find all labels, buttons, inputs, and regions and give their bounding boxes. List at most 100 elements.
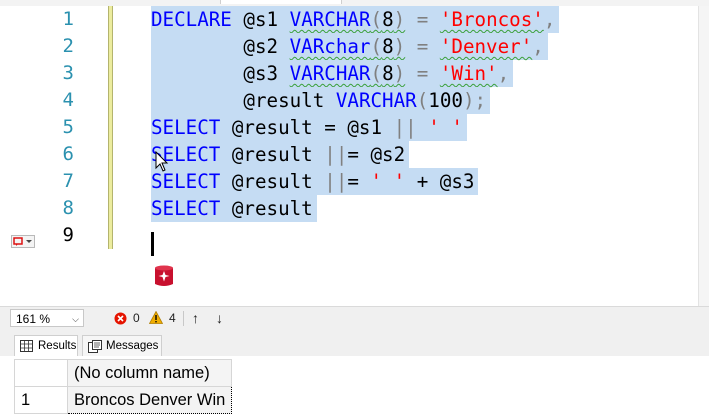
grid-icon xyxy=(20,340,33,352)
tab-label: Messages xyxy=(106,340,159,352)
warning-count[interactable]: 4 xyxy=(169,310,176,326)
code-line-9: 9 xyxy=(0,222,699,249)
number-token: 8 xyxy=(382,62,394,85)
keyword-token: SELECT xyxy=(151,116,221,139)
code-line-4: 4 @result VARCHAR(100); xyxy=(0,87,699,114)
change-marker xyxy=(108,222,113,249)
line-number: 9 xyxy=(62,224,74,246)
operator-token: , xyxy=(497,62,510,85)
string-token: 'Win' xyxy=(439,62,498,85)
results-grid: (No column name) 1 Broncos Denver Win xyxy=(14,359,233,414)
code-text[interactable]: SELECT @result ||= ' ' + @s3 xyxy=(151,168,479,195)
header-row: (No column name) xyxy=(14,359,233,387)
grid-corner[interactable] xyxy=(14,359,68,387)
table-row: 1 Broncos Denver Win xyxy=(14,386,233,414)
number-token: 100 xyxy=(428,89,463,112)
change-marker xyxy=(108,33,113,60)
identifier-token: @s3 xyxy=(151,62,290,85)
change-marker xyxy=(108,195,113,222)
error-icon[interactable] xyxy=(114,312,127,325)
comment-bookmark-icon[interactable] xyxy=(11,235,35,248)
code-line-3: 3 @s3 VARCHAR(8) = 'Win', xyxy=(0,60,699,87)
line-number: 7 xyxy=(62,170,74,192)
tab-messages[interactable]: Messages xyxy=(82,335,162,356)
code-line-5: 5 SELECT @result = @s1 || ' ' xyxy=(0,114,699,141)
line-number: 1 xyxy=(62,8,74,30)
line-number: 2 xyxy=(62,35,74,57)
keyword-token: DECLARE xyxy=(151,8,232,31)
line-number: 5 xyxy=(62,116,74,138)
status-divider xyxy=(183,311,184,326)
row-number[interactable]: 1 xyxy=(14,386,68,414)
identifier-token: @s2 xyxy=(151,35,290,58)
identifier-token: @result xyxy=(151,89,336,112)
database-sparkle-icon[interactable] xyxy=(152,264,176,288)
keyword-token: VARCHAR xyxy=(289,8,371,31)
line-number: 6 xyxy=(62,143,74,165)
code-text[interactable]: @s2 VARchar(8) = 'Denver', xyxy=(151,33,548,60)
line-number: 3 xyxy=(62,62,74,84)
line-number: 8 xyxy=(62,197,74,219)
operator-token: ( xyxy=(370,8,383,31)
tab-results[interactable]: Results xyxy=(14,335,78,356)
keyword-token: VARCHAR xyxy=(289,62,371,85)
query-editor[interactable]: 1 DECLARE @s1 VARCHAR(8) = 'Broncos', 2 … xyxy=(0,6,709,306)
identifier-token: @result xyxy=(220,143,325,166)
code-line-6: 6 SELECT @result ||= @s2 xyxy=(0,141,699,168)
change-marker xyxy=(108,87,113,114)
operator-token: ( xyxy=(370,35,383,58)
operator-token: ( xyxy=(416,89,429,112)
vertical-scrollbar[interactable] xyxy=(698,6,709,306)
editor-status-bar: 161 % ⌵ 0 4 ↑ ↓ xyxy=(0,306,709,332)
operator-token: || xyxy=(324,143,348,166)
error-count[interactable]: 0 xyxy=(133,310,140,326)
code-text[interactable]: @result VARCHAR(100); xyxy=(151,87,491,114)
tab-label: Results xyxy=(38,340,77,352)
code-text[interactable]: SELECT @result xyxy=(151,195,317,222)
code-line-7: 7 SELECT @result ||= ' ' + @s3 xyxy=(0,168,699,195)
change-marker xyxy=(108,6,113,33)
code-line-8: 8 SELECT @result xyxy=(0,195,699,222)
column-header[interactable]: (No column name) xyxy=(66,359,233,387)
operator-token: , xyxy=(532,35,544,58)
line-number: 4 xyxy=(62,89,74,111)
keyword-token: VARchar xyxy=(289,35,371,58)
document-tab-fragment[interactable] xyxy=(220,0,342,4)
previous-issue-button[interactable]: ↑ xyxy=(192,310,199,326)
string-token: 'Broncos' xyxy=(439,8,544,31)
keyword-token: SELECT xyxy=(151,170,221,193)
identifier-token: = xyxy=(347,170,371,193)
identifier-token: @s1 xyxy=(231,8,290,31)
keyword-token: SELECT xyxy=(151,197,221,220)
result-cell[interactable]: Broncos Denver Win xyxy=(66,386,233,414)
code-text[interactable]: DECLARE @s1 VARCHAR(8) = 'Broncos', xyxy=(151,6,560,33)
identifier-token: @result xyxy=(220,197,313,220)
zoom-value: 161 % xyxy=(16,312,51,326)
zoom-dropdown[interactable]: 161 % ⌵ xyxy=(10,309,84,327)
operator-token: = xyxy=(405,35,440,58)
operator-token: || xyxy=(393,116,417,139)
operator-token: ) xyxy=(393,62,406,85)
results-tab-strip: Results Messages xyxy=(0,331,709,357)
keyword-token: VARCHAR xyxy=(335,89,417,112)
text-caret xyxy=(151,232,154,256)
results-grid-area: (No column name) 1 Broncos Denver Win xyxy=(0,356,709,417)
chevron-down-icon: ⌵ xyxy=(72,314,79,324)
warning-icon[interactable] xyxy=(149,311,163,324)
code-text[interactable]: SELECT @result = @s1 || ' ' xyxy=(151,114,467,141)
code-line-2: 2 @s2 VARchar(8) = 'Denver', xyxy=(0,33,699,60)
number-token: 8 xyxy=(382,35,394,58)
next-issue-button[interactable]: ↓ xyxy=(216,310,223,326)
messages-icon xyxy=(88,340,102,353)
operator-token: , xyxy=(543,8,556,31)
change-marker xyxy=(108,141,113,168)
change-marker xyxy=(108,168,113,195)
mouse-pointer-icon xyxy=(155,151,169,172)
code-text[interactable]: SELECT @result ||= @s2 xyxy=(151,141,410,168)
string-token: ' ' xyxy=(370,170,406,193)
string-token: ' ' xyxy=(428,116,463,139)
operator-token: ) xyxy=(393,8,406,31)
operator-token: || xyxy=(324,170,348,193)
code-text[interactable]: @s3 VARCHAR(8) = 'Win', xyxy=(151,60,514,87)
